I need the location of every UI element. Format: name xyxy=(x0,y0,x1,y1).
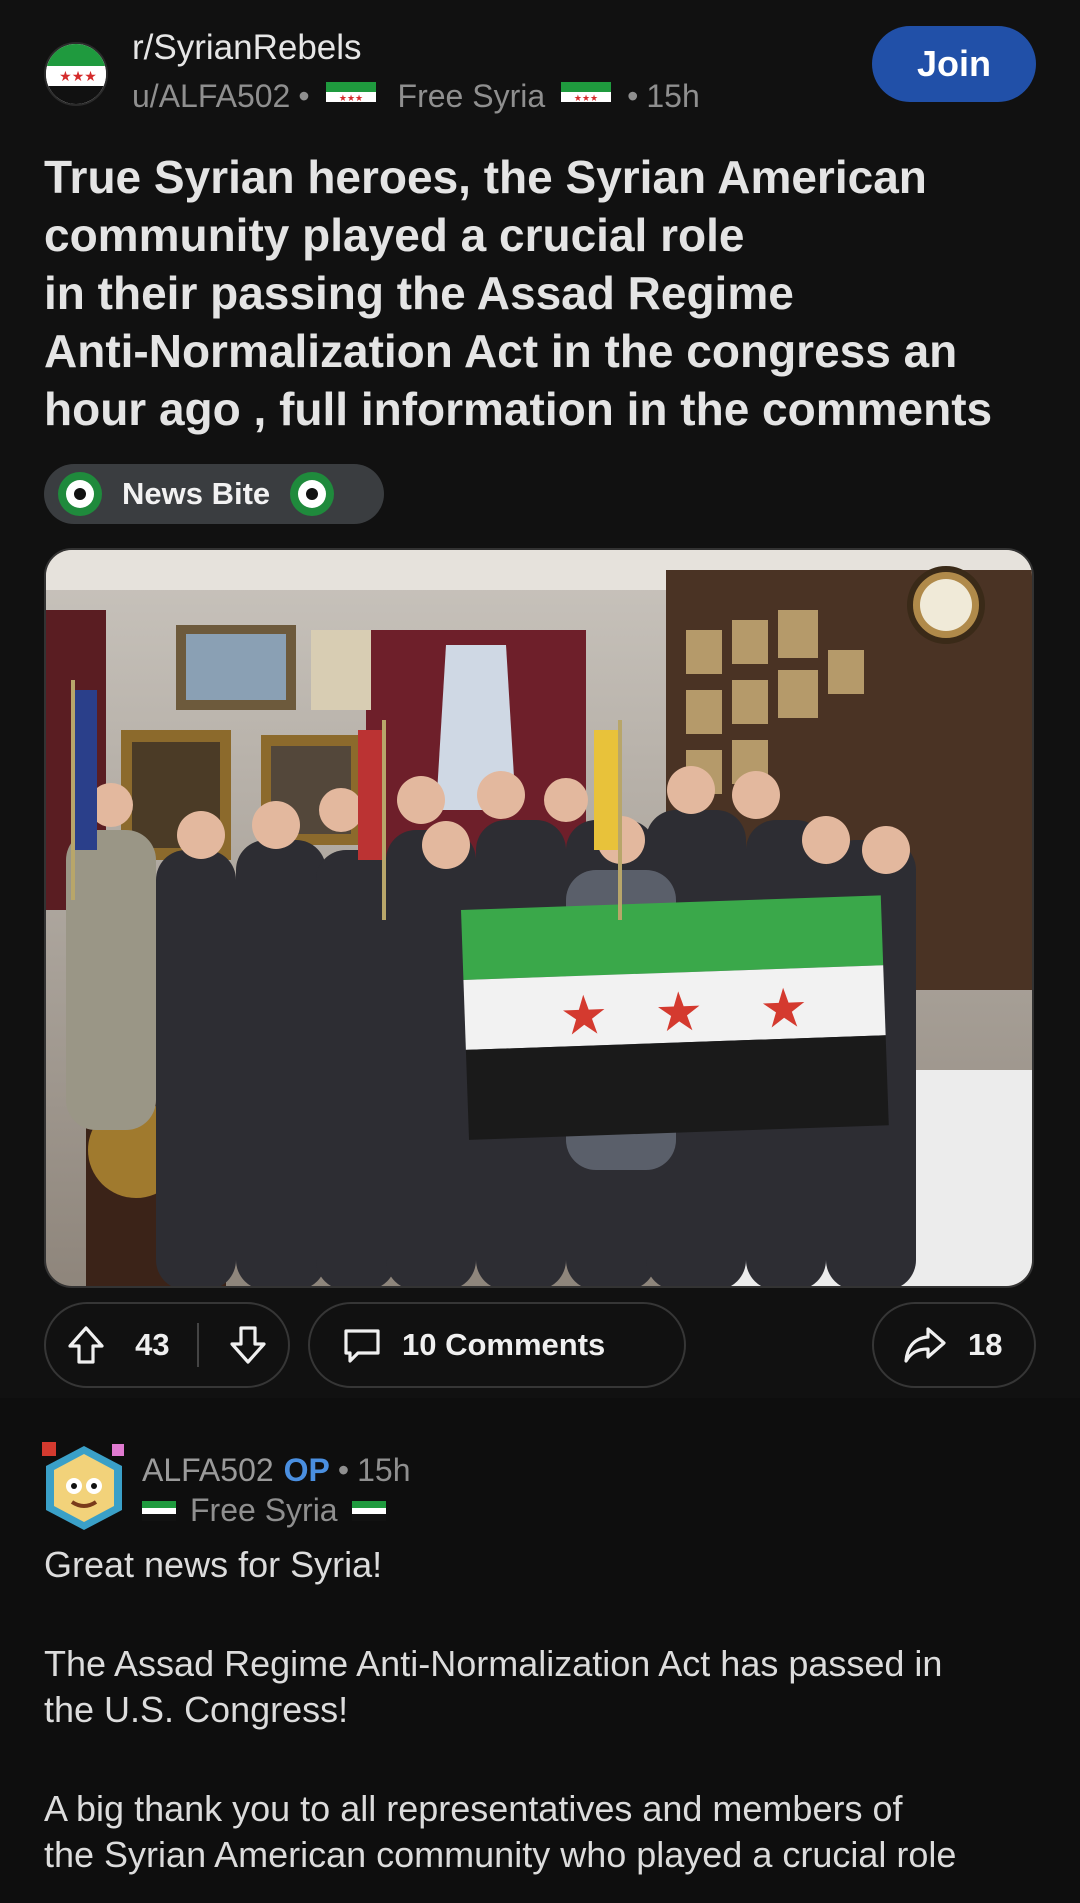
post-meta: u/ALFA502 • ★★★ Free Syria ★★★ • 15h xyxy=(132,78,700,115)
subreddit-name[interactable]: r/SyrianRebels xyxy=(132,28,362,68)
flair-text: Free Syria xyxy=(190,1492,338,1528)
arrow-down-icon[interactable] xyxy=(226,1323,270,1367)
share-button[interactable]: 18 xyxy=(872,1302,1036,1388)
svg-text:★★★: ★★★ xyxy=(338,94,362,104)
title-line: Anti-Normalization Act in the congress a… xyxy=(44,325,958,377)
post-header: ★★★ r/SyrianRebels u/ALFA502 • ★★★ Free … xyxy=(44,26,1036,128)
comment-author-flair: Free Syria xyxy=(142,1492,386,1529)
title-line: in their passing the Assad Regime xyxy=(44,267,794,319)
syria-flag-icon: ★★★ xyxy=(325,81,376,112)
arrow-up-icon[interactable] xyxy=(64,1323,108,1367)
vote-count: 43 xyxy=(135,1327,170,1362)
comment-paragraph: Great news for Syria! xyxy=(44,1544,383,1585)
post-card: ★★★ r/SyrianRebels u/ALFA502 • ★★★ Free … xyxy=(0,0,1080,1398)
comment-paragraph: The Assad Regime Anti-Normalization Act … xyxy=(44,1643,943,1730)
comment-time: 15h xyxy=(357,1452,411,1488)
post-actions: 43 10 Comments 18 xyxy=(44,1302,1036,1388)
comment-body: Great news for Syria! The Assad Regime A… xyxy=(44,1542,1044,1903)
comments-label: 10 Comments xyxy=(402,1327,606,1362)
comment-paragraph: A big thank you to all representatives a… xyxy=(44,1788,957,1875)
share-arrow-icon xyxy=(902,1323,948,1367)
post-image[interactable]: ★ ★ ★ xyxy=(44,548,1034,1288)
comments-button[interactable]: 10 Comments xyxy=(308,1302,686,1388)
vote-control: 43 xyxy=(44,1302,290,1388)
svg-text:★: ★ xyxy=(759,976,810,1041)
group-photo-illustration: ★ ★ ★ xyxy=(46,550,1032,1286)
join-button[interactable]: Join xyxy=(872,26,1036,102)
comment-author[interactable]: ALFA502 xyxy=(142,1452,274,1489)
comment: ALFA502 OP • 15h Free Syria Great news f… xyxy=(0,1418,1080,1903)
post-author[interactable]: u/ALFA502 xyxy=(132,78,290,115)
svg-text:★★★: ★★★ xyxy=(59,69,97,85)
post-time: 15h xyxy=(646,78,700,114)
flair-emoji-icon xyxy=(58,472,102,516)
speech-bubble-icon xyxy=(340,1323,384,1367)
syria-flag-icon: ★★★ xyxy=(561,81,612,112)
divider xyxy=(196,1323,199,1367)
title-line: True Syrian heroes, the Syrian American xyxy=(44,151,927,203)
author-flair: Free Syria xyxy=(397,78,546,114)
title-line: community played a crucial role xyxy=(44,209,745,261)
svg-text:★: ★ xyxy=(559,983,610,1048)
share-count: 18 xyxy=(968,1327,1003,1362)
syria-flag-icon xyxy=(351,1500,386,1521)
comment-author-row: ALFA502 OP • 15h xyxy=(142,1452,411,1489)
flair-emoji-icon xyxy=(290,472,335,516)
syria-flag-icon xyxy=(142,1500,176,1521)
post-title[interactable]: True Syrian heroes, the Syrian American … xyxy=(44,148,1044,438)
commenter-avatar[interactable] xyxy=(38,1442,130,1534)
svg-text:★: ★ xyxy=(654,980,705,1045)
subreddit-avatar[interactable]: ★★★ xyxy=(44,42,108,106)
post-flair[interactable]: News Bite xyxy=(44,464,384,524)
svg-text:★★★: ★★★ xyxy=(574,94,598,104)
op-badge: OP xyxy=(283,1452,330,1488)
title-line: hour ago , full information in the comme… xyxy=(44,383,993,435)
flair-label: News Bite xyxy=(122,476,271,511)
